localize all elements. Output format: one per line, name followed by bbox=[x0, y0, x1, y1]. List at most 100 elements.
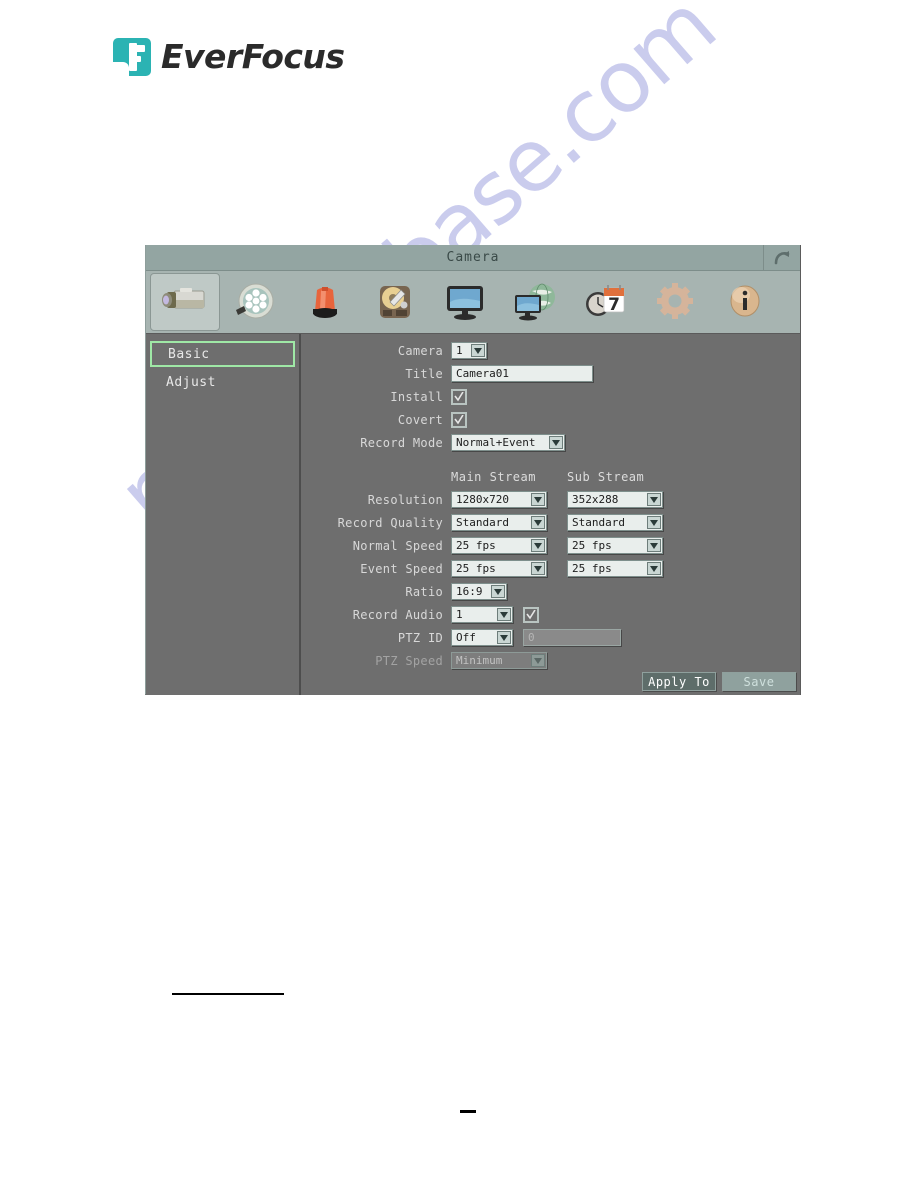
event-speed-sub-select[interactable]: 25 fps bbox=[567, 560, 663, 577]
footnote-separator bbox=[172, 993, 284, 995]
settings-sidebar: Basic Adjust bbox=[146, 334, 301, 695]
chevron-down-icon bbox=[531, 516, 545, 529]
resolution-sub-value: 352x288 bbox=[572, 493, 619, 506]
sidebar-item-adjust-label: Adjust bbox=[166, 374, 216, 390]
toolbar-item-network[interactable] bbox=[500, 273, 570, 331]
module-toolbar: 7 bbox=[146, 271, 800, 334]
normal-speed-sub-select[interactable]: 25 fps bbox=[567, 537, 663, 554]
logo-notch bbox=[113, 62, 129, 76]
ratio-select[interactable]: 16:9 bbox=[451, 583, 507, 600]
form-actions: Apply To Save bbox=[642, 672, 796, 691]
back-arrow-icon[interactable] bbox=[763, 245, 800, 270]
ptz-id-number-input: 0 bbox=[523, 629, 621, 646]
label-camera: Camera bbox=[397, 343, 443, 358]
sidebar-item-basic-label: Basic bbox=[168, 346, 210, 362]
toolbar-item-display[interactable] bbox=[430, 273, 500, 331]
ptz-speed-select: Minimum bbox=[451, 652, 547, 669]
row-camera: Camera 1 bbox=[301, 339, 800, 362]
stream-column-headers: Main Stream Sub Stream bbox=[301, 470, 800, 484]
chevron-down-icon bbox=[497, 608, 511, 621]
chevron-down-icon bbox=[531, 562, 545, 575]
everfocus-logo: EverFocus bbox=[113, 38, 345, 76]
resolution-main-select[interactable]: 1280x720 bbox=[451, 491, 547, 508]
normal-speed-sub-value: 25 fps bbox=[572, 539, 612, 552]
window-body: Basic Adjust Camera 1 Title Camera01 Ins… bbox=[146, 334, 800, 695]
label-install: Install bbox=[390, 389, 443, 404]
info-icon bbox=[730, 285, 760, 317]
toolbar-item-alarm[interactable] bbox=[290, 273, 360, 331]
resolution-sub-select[interactable]: 352x288 bbox=[567, 491, 663, 508]
toolbar-item-disk[interactable] bbox=[360, 273, 430, 331]
check-icon bbox=[454, 391, 464, 401]
row-record-audio: Record Audio 1 bbox=[301, 603, 800, 626]
row-covert: Covert bbox=[301, 408, 800, 431]
install-checkbox[interactable] bbox=[451, 388, 467, 405]
logo-bar-top bbox=[129, 45, 145, 52]
label-title: Title bbox=[405, 366, 443, 381]
toolbar-item-schedule[interactable]: 7 bbox=[570, 273, 640, 331]
chevron-down-icon bbox=[647, 516, 661, 529]
chevron-down-icon bbox=[531, 654, 545, 667]
network-globe-icon bbox=[515, 283, 555, 321]
title-input[interactable]: Camera01 bbox=[451, 365, 593, 382]
record-audio-checkbox[interactable] bbox=[523, 606, 539, 623]
event-speed-main-select[interactable]: 25 fps bbox=[451, 560, 547, 577]
toolbar-item-system[interactable] bbox=[640, 273, 710, 331]
event-speed-main-value: 25 fps bbox=[456, 562, 496, 575]
covert-checkbox[interactable] bbox=[451, 411, 467, 428]
camera-select-value: 1 bbox=[456, 344, 463, 357]
film-reel-icon bbox=[236, 283, 274, 319]
check-icon bbox=[454, 414, 464, 424]
camera-select[interactable]: 1 bbox=[451, 342, 487, 359]
record-quality-main-value: Standard bbox=[456, 516, 509, 529]
clock-calendar-icon: 7 bbox=[586, 285, 625, 316]
chevron-down-icon bbox=[471, 344, 485, 357]
apply-to-button[interactable]: Apply To bbox=[642, 672, 716, 691]
label-normal-speed: Normal Speed bbox=[352, 538, 443, 553]
record-quality-main-select[interactable]: Standard bbox=[451, 514, 547, 531]
label-ptz-id: PTZ ID bbox=[397, 630, 443, 645]
row-ptz-speed: PTZ Speed Minimum bbox=[301, 649, 800, 672]
chevron-down-icon bbox=[491, 585, 505, 598]
record-audio-value: 1 bbox=[456, 608, 463, 621]
chevron-down-icon bbox=[647, 539, 661, 552]
sidebar-item-adjust[interactable]: Adjust bbox=[150, 369, 295, 395]
label-event-speed: Event Speed bbox=[360, 561, 443, 576]
save-button[interactable]: Save bbox=[722, 672, 796, 691]
sidebar-item-basic[interactable]: Basic bbox=[150, 341, 295, 367]
chevron-down-icon bbox=[531, 493, 545, 506]
ptz-speed-value: Minimum bbox=[456, 654, 503, 667]
sub-stream-header: Sub Stream bbox=[567, 470, 645, 484]
row-title: Title Camera01 bbox=[301, 362, 800, 385]
chevron-down-icon bbox=[531, 539, 545, 552]
ptz-id-select[interactable]: Off bbox=[451, 629, 513, 646]
normal-speed-main-value: 25 fps bbox=[456, 539, 496, 552]
monitor-icon bbox=[447, 286, 483, 320]
record-audio-select[interactable]: 1 bbox=[451, 606, 513, 623]
page-number-dash bbox=[460, 1110, 476, 1113]
row-record-mode: Record Mode Normal+Event bbox=[301, 431, 800, 454]
row-event-speed: Event Speed 25 fps 25 fps bbox=[301, 557, 800, 580]
everfocus-logo-text: EverFocus bbox=[161, 37, 345, 76]
toolbar-item-record[interactable] bbox=[220, 273, 290, 331]
toolbar-item-information[interactable] bbox=[710, 273, 780, 331]
label-record-audio: Record Audio bbox=[352, 607, 443, 622]
toolbar-item-camera[interactable] bbox=[150, 273, 220, 331]
logo-bar-middle bbox=[129, 56, 141, 62]
spacer-label bbox=[301, 470, 451, 484]
chevron-down-icon bbox=[647, 493, 661, 506]
chevron-down-icon bbox=[497, 631, 511, 644]
chevron-down-icon bbox=[549, 436, 563, 449]
record-mode-select[interactable]: Normal+Event bbox=[451, 434, 565, 451]
row-install: Install bbox=[301, 385, 800, 408]
label-ptz-speed: PTZ Speed bbox=[375, 653, 443, 668]
chevron-down-icon bbox=[647, 562, 661, 575]
ratio-value: 16:9 bbox=[456, 585, 483, 598]
alarm-light-icon bbox=[313, 287, 337, 318]
resolution-main-value: 1280x720 bbox=[456, 493, 509, 506]
label-covert: Covert bbox=[397, 412, 443, 427]
normal-speed-main-select[interactable]: 25 fps bbox=[451, 537, 547, 554]
record-quality-sub-select[interactable]: Standard bbox=[567, 514, 663, 531]
label-resolution: Resolution bbox=[367, 492, 443, 507]
label-record-quality: Record Quality bbox=[337, 515, 443, 530]
